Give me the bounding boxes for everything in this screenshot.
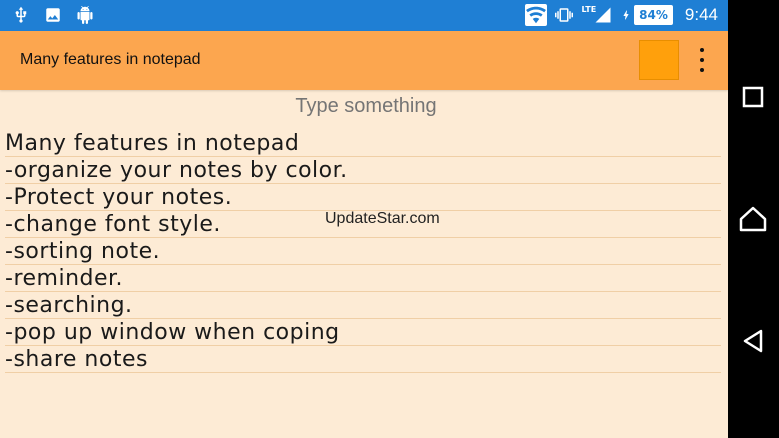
nav-bar [728,0,779,438]
wifi-icon [525,4,548,26]
note-line: -share notes [5,346,721,373]
app-screen: LTE 84% 9:44 Many features in notepad Ma… [0,0,728,438]
more-vert-icon[interactable] [692,48,712,72]
note-line: Many features in notepad [5,130,721,157]
watermark: UpdateStar.com [325,210,440,227]
battery-level: 84% [634,5,673,25]
recents-icon[interactable] [738,82,768,112]
charging-icon [623,10,629,20]
app-bar: Many features in notepad [0,31,728,90]
app-title: Many features in notepad [20,51,201,68]
note-line: -Protect your notes. [5,184,721,211]
note-line: -organize your notes by color. [5,157,721,184]
network-type: LTE [581,4,597,14]
home-icon[interactable] [738,204,768,234]
note-title-input[interactable] [0,90,728,122]
signal-icon [595,7,611,23]
status-bar: LTE 84% 9:44 [0,0,728,31]
vibrate-icon [555,8,574,22]
usb-icon [15,6,27,23]
android-icon [77,6,93,24]
image-icon [46,8,60,22]
note-line: -reminder. [5,265,721,292]
back-icon[interactable] [738,326,768,356]
note-line: -pop up window when coping [5,319,721,346]
note-line: -sorting note. [5,238,721,265]
note-line: -searching. [5,292,721,319]
note-color-button[interactable] [639,40,679,80]
note-body[interactable]: Many features in notepad -organize your n… [5,130,721,373]
clock: 9:44 [684,5,718,24]
battery: 84% [620,5,673,25]
